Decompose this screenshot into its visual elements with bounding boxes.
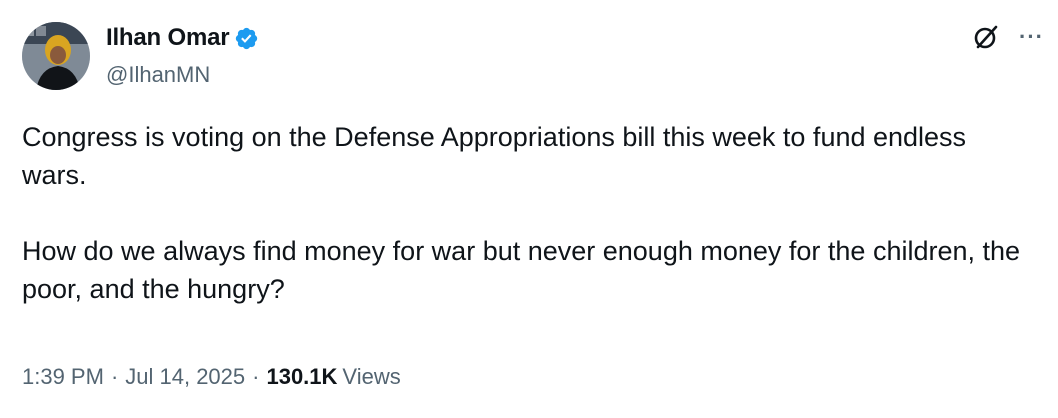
- meta-separator: ·: [110, 364, 119, 389]
- tweet-text: Congress is voting on the Defense Approp…: [22, 118, 1032, 308]
- meta-separator: ·: [252, 364, 260, 389]
- tweet-meta: 1:39 PM · Jul 14, 2025 · 130.1K Views: [22, 364, 401, 390]
- tweet-card: Ilhan Omar @IlhanMN ··· Congress is voti…: [0, 0, 1058, 418]
- grok-icon[interactable]: [971, 22, 1001, 52]
- tweet-paragraph: How do we always find money for war but …: [22, 236, 1021, 304]
- author-handle[interactable]: @IlhanMN: [106, 62, 210, 88]
- tweet-paragraph: Congress is voting on the Defense Approp…: [22, 122, 967, 190]
- tweet-time[interactable]: 1:39 PM: [22, 364, 104, 390]
- author-display-name[interactable]: Ilhan Omar: [106, 24, 230, 52]
- avatar-image: [22, 22, 90, 90]
- author-name-row: Ilhan Omar: [106, 24, 259, 52]
- verified-badge-icon: [234, 26, 259, 51]
- tweet-date[interactable]: Jul 14, 2025: [125, 364, 245, 390]
- tweet-actions-top: ···: [971, 22, 1044, 52]
- views-count[interactable]: 130.1K: [266, 364, 337, 390]
- more-options-icon[interactable]: ···: [1019, 26, 1044, 48]
- views-label[interactable]: Views: [342, 364, 400, 390]
- avatar[interactable]: [22, 22, 90, 90]
